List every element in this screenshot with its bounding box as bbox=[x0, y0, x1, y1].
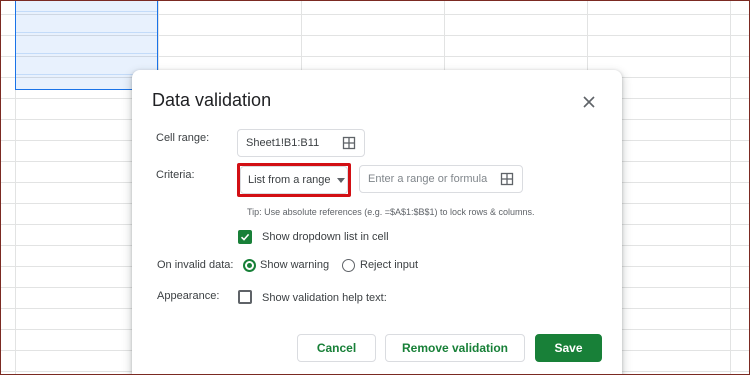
criteria-range-input[interactable]: Enter a range or formula bbox=[359, 165, 523, 193]
close-icon bbox=[583, 96, 595, 108]
remove-validation-button[interactable]: Remove validation bbox=[385, 334, 525, 362]
save-button[interactable]: Save bbox=[535, 334, 602, 362]
show-warning-radio[interactable] bbox=[243, 259, 256, 272]
cell-range-label: Cell range: bbox=[156, 132, 210, 144]
help-text-checkbox[interactable] bbox=[238, 290, 252, 304]
close-button[interactable] bbox=[577, 90, 601, 114]
criteria-type-value: List from a range bbox=[248, 174, 331, 186]
grid-icon[interactable] bbox=[342, 136, 356, 150]
screenshot-frame: Data validation Cell range: Sheet1!B1:B1… bbox=[0, 0, 750, 375]
radio-selected-dot bbox=[247, 263, 252, 268]
caret-down-icon bbox=[336, 177, 345, 183]
show-dropdown-checkbox[interactable] bbox=[238, 230, 252, 244]
reject-input-radio[interactable] bbox=[342, 259, 355, 272]
grid-icon[interactable] bbox=[500, 172, 514, 186]
show-warning-label: Show warning bbox=[260, 259, 330, 271]
criteria-type-dropdown[interactable]: List from a range bbox=[240, 166, 348, 194]
appearance-label: Appearance: bbox=[157, 290, 220, 302]
show-dropdown-label: Show dropdown list in cell bbox=[262, 231, 389, 243]
data-validation-dialog: Data validation Cell range: Sheet1!B1:B1… bbox=[132, 70, 622, 374]
criteria-tip: Tip: Use absolute references (e.g. =$A$1… bbox=[247, 207, 535, 217]
criteria-label: Criteria: bbox=[156, 169, 195, 181]
criteria-range-placeholder: Enter a range or formula bbox=[368, 173, 488, 185]
on-invalid-label: On invalid data: bbox=[157, 259, 234, 271]
help-text-label: Show validation help text: bbox=[262, 292, 387, 304]
cancel-button[interactable]: Cancel bbox=[297, 334, 376, 362]
cell-range-input[interactable]: Sheet1!B1:B11 bbox=[237, 129, 365, 157]
cell-range-value: Sheet1!B1:B11 bbox=[246, 137, 320, 149]
dialog-title: Data validation bbox=[152, 90, 272, 110]
reject-input-label: Reject input bbox=[360, 259, 419, 271]
check-icon bbox=[240, 233, 250, 241]
